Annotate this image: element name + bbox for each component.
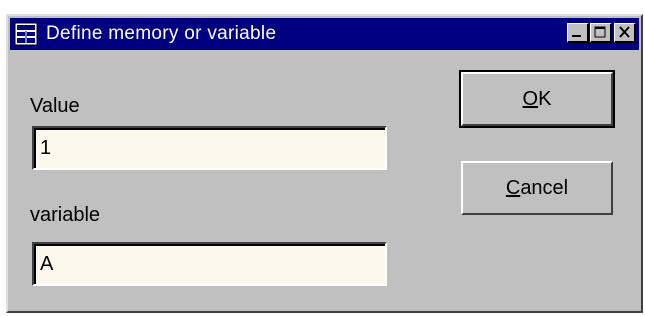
- ok-button[interactable]: OK: [459, 70, 615, 128]
- cancel-accelerator: C: [505, 177, 521, 199]
- calculator-app-icon: [14, 22, 38, 46]
- ok-accelerator: O: [522, 88, 539, 110]
- close-button[interactable]: [614, 23, 636, 43]
- value-label: Value: [30, 95, 80, 117]
- dialog-window: Define memory or variable Value 1 variab…: [6, 14, 643, 313]
- variable-input[interactable]: A: [32, 242, 387, 286]
- maximize-button[interactable]: [590, 23, 612, 43]
- cancel-button[interactable]: Cancel: [461, 161, 613, 215]
- value-input[interactable]: 1: [32, 126, 387, 170]
- minimize-icon: [572, 35, 581, 37]
- window-title: Define memory or variable: [46, 23, 277, 44]
- title-bar[interactable]: Define memory or variable: [10, 18, 639, 50]
- cancel-label: ancel: [520, 177, 569, 199]
- close-icon: [619, 26, 630, 38]
- variable-label: variable: [30, 204, 101, 226]
- maximize-icon: [594, 26, 606, 38]
- ok-label: K: [538, 88, 552, 110]
- minimize-button[interactable]: [567, 23, 589, 43]
